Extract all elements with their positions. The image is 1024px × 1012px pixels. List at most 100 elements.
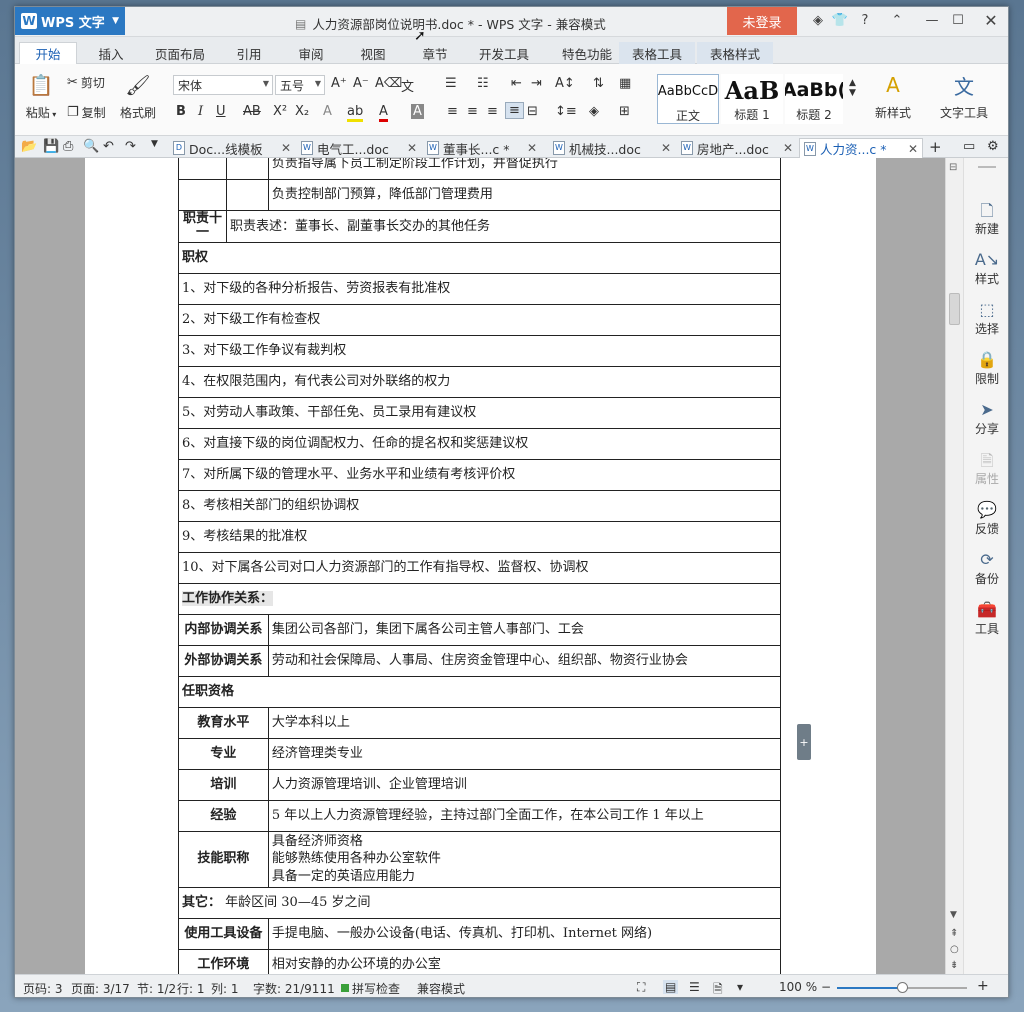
side-backup-button[interactable]: ⟳ 备份 xyxy=(964,550,1008,587)
section-heading[interactable]: 任职资格 xyxy=(178,675,781,708)
side-new-button[interactable]: 🗋 新建 xyxy=(964,200,1008,237)
help-icon[interactable]: ? xyxy=(855,13,875,28)
table-cell[interactable]: 人力资源管理培训、企业管理培训 xyxy=(267,768,782,801)
table-cell[interactable]: 手提电脑、一般办公设备(电话、传真机、打印机、Internet 网络) xyxy=(267,917,782,950)
side-feedback-button[interactable]: 💬 反馈 xyxy=(964,500,1008,537)
status-compat-mode[interactable]: 兼容模式 xyxy=(417,980,465,997)
qual-label[interactable]: 专业 xyxy=(178,737,269,770)
web-view-icon[interactable]: 🗎 xyxy=(713,980,723,997)
subscript-icon[interactable]: X₂ xyxy=(295,104,309,119)
minimize-icon[interactable]: — xyxy=(922,13,942,28)
doc-tab[interactable]: W 房地产...doc ✕ xyxy=(677,138,797,158)
tab-start[interactable]: 开始 xyxy=(19,42,77,64)
collapse-ribbon-icon[interactable]: ⌃ xyxy=(887,13,907,28)
list-item[interactable]: 3、对下级工作争议有裁判权 xyxy=(178,334,781,367)
text-direction-icon[interactable]: A↕ xyxy=(555,76,575,91)
tools-label[interactable]: 使用工具设备 xyxy=(178,917,269,950)
expand-panel-handle[interactable]: + xyxy=(797,724,811,760)
undo-icon[interactable]: ↶ xyxy=(103,139,114,154)
table-cell[interactable]: 劳动和社会保障局、人事局、住房资金管理中心、组织部、物资行业协会 xyxy=(267,644,782,677)
external-label[interactable]: 外部协调关系 xyxy=(178,644,269,677)
zoom-level[interactable]: 100 % xyxy=(779,980,817,994)
bold-icon[interactable]: B xyxy=(176,104,186,119)
new-style-button[interactable]: A 新样式 xyxy=(865,72,921,121)
side-share-button[interactable]: ➤ 分享 xyxy=(964,400,1008,437)
status-spell-check[interactable]: 拼写检查 xyxy=(352,980,400,997)
print-preview-icon[interactable]: 🔍 xyxy=(83,139,99,154)
paste-button[interactable]: 📋 粘贴 ▾ xyxy=(23,72,59,121)
qual-label[interactable]: 教育水平 xyxy=(178,706,269,739)
font-family-select[interactable]: 宋体 ▼ xyxy=(173,75,273,95)
login-button[interactable]: 未登录 xyxy=(727,7,797,35)
tab-table-tools[interactable]: 表格工具 xyxy=(619,42,695,64)
bullet-list-icon[interactable]: ☰ xyxy=(445,76,457,91)
style-normal[interactable]: AaBbCcD 正文 xyxy=(657,74,719,124)
list-item[interactable]: 6、对直接下级的岗位调配权力、任命的提名权和奖惩建议权 xyxy=(178,427,781,460)
align-left-icon[interactable]: ≡ xyxy=(447,104,458,119)
format-painter-button[interactable]: 🖌 格式刷 xyxy=(119,72,157,121)
table-cell[interactable]: 负责指导属下员工制定阶段工作计划，并督促执行 xyxy=(267,158,782,180)
open-folder-icon[interactable]: 📂 xyxy=(21,139,37,154)
close-icon[interactable]: ✕ xyxy=(281,141,291,155)
list-item[interactable]: 5、对劳动人事政策、干部任免、员工录用有建议权 xyxy=(178,396,781,429)
close-icon[interactable]: ✕ xyxy=(908,142,918,156)
browse-object-icon[interactable]: ○ xyxy=(950,944,959,955)
close-icon[interactable]: ✕ xyxy=(783,141,793,155)
font-size-select[interactable]: 五号 ▼ xyxy=(275,75,325,95)
list-item[interactable]: 4、在权限范围内，有代表公司对外联络的权力 xyxy=(178,365,781,398)
shading-fill-icon[interactable]: ◈ xyxy=(589,104,599,119)
tab-special[interactable]: 特色功能 xyxy=(547,42,627,64)
strikethrough-icon[interactable]: AB xyxy=(243,104,261,119)
skin-icon[interactable]: ◈ xyxy=(808,13,828,28)
zoom-slider-thumb[interactable] xyxy=(897,982,908,993)
quick-access-menu-icon[interactable]: ▼ xyxy=(151,139,158,149)
status-pages[interactable]: 页面: 3/17 xyxy=(71,980,130,997)
status-words[interactable]: 字数: 21/9111 xyxy=(253,980,335,997)
style-heading-2[interactable]: AaBb( 标题 2 xyxy=(785,74,843,124)
numbered-list-icon[interactable]: ☷ xyxy=(477,76,489,91)
side-select-button[interactable]: ⬚ 选择 xyxy=(964,300,1008,337)
split-icon[interactable]: ⊟ xyxy=(949,162,957,173)
doc-tab[interactable]: W 董事长...c * ✕ xyxy=(423,138,541,158)
list-item[interactable]: 1、对下级的各种分析报告、劳资报表有批准权 xyxy=(178,272,781,305)
new-tab-icon[interactable]: + xyxy=(929,138,942,156)
app-menu-button[interactable]: W WPS 文字 ▼ xyxy=(15,7,125,35)
phonetic-icon[interactable]: 文 xyxy=(401,76,414,95)
sort-icon[interactable]: ⇅ xyxy=(593,76,604,91)
justify-icon[interactable]: ≡ xyxy=(505,102,524,119)
zoom-slider[interactable] xyxy=(837,982,967,993)
page-view-icon[interactable]: ▤ xyxy=(663,980,679,994)
status-page-code[interactable]: 页码: 3 xyxy=(23,980,63,997)
doc-tab-active[interactable]: W 人力资...c * ✕ xyxy=(799,138,923,158)
list-item[interactable]: 7、对所属下级的管理水平、业务水平和业绩有考核评价权 xyxy=(178,458,781,491)
align-center-icon[interactable]: ≡ xyxy=(467,104,478,119)
scroll-thumb[interactable] xyxy=(949,293,960,325)
list-item[interactable]: 9、考核结果的批准权 xyxy=(178,520,781,553)
print-icon[interactable]: ⎙ xyxy=(63,139,73,154)
char-shading-icon[interactable]: A xyxy=(411,104,424,119)
side-style-button[interactable]: A↘ 样式 xyxy=(964,250,1008,287)
list-item[interactable]: 10、对下属各公司对口人力资源部门的工作有指导权、监督权、协调权 xyxy=(178,551,781,584)
text-tools-button[interactable]: 文 文字工具 xyxy=(931,72,997,121)
section-heading[interactable]: 工作协作关系： xyxy=(178,582,781,615)
align-right-icon[interactable]: ≡ xyxy=(487,104,498,119)
close-icon[interactable]: ✕ xyxy=(661,141,671,155)
outline-view-icon[interactable]: ☰ xyxy=(689,980,700,994)
doc-tab[interactable]: W 电气工...doc ✕ xyxy=(297,138,421,158)
duty-label[interactable]: 职责十一 xyxy=(178,210,227,243)
clear-format-icon[interactable]: A⌫ xyxy=(375,76,402,91)
tab-table-style[interactable]: 表格样式 xyxy=(697,42,773,64)
tab-view[interactable]: 视图 xyxy=(345,42,401,64)
redo-icon[interactable]: ↷ xyxy=(125,139,136,154)
italic-icon[interactable]: I xyxy=(198,104,203,119)
table-cell[interactable]: 大学本科以上 xyxy=(267,706,782,739)
close-icon[interactable]: ✕ xyxy=(407,141,417,155)
line-spacing-icon[interactable]: ↕≡ xyxy=(555,104,577,119)
table-cell[interactable]: 集团公司各部门，集团下属各公司主管人事部门、工会 xyxy=(267,613,782,646)
shrink-font-icon[interactable]: A⁻ xyxy=(353,76,369,91)
tab-list-icon[interactable]: ▭ xyxy=(963,139,975,154)
qual-label[interactable]: 经验 xyxy=(178,799,269,832)
section-heading[interactable]: 职权 xyxy=(178,241,781,274)
tab-settings-icon[interactable]: ⚙ xyxy=(987,139,999,154)
zoom-out-icon[interactable]: − xyxy=(821,980,831,994)
